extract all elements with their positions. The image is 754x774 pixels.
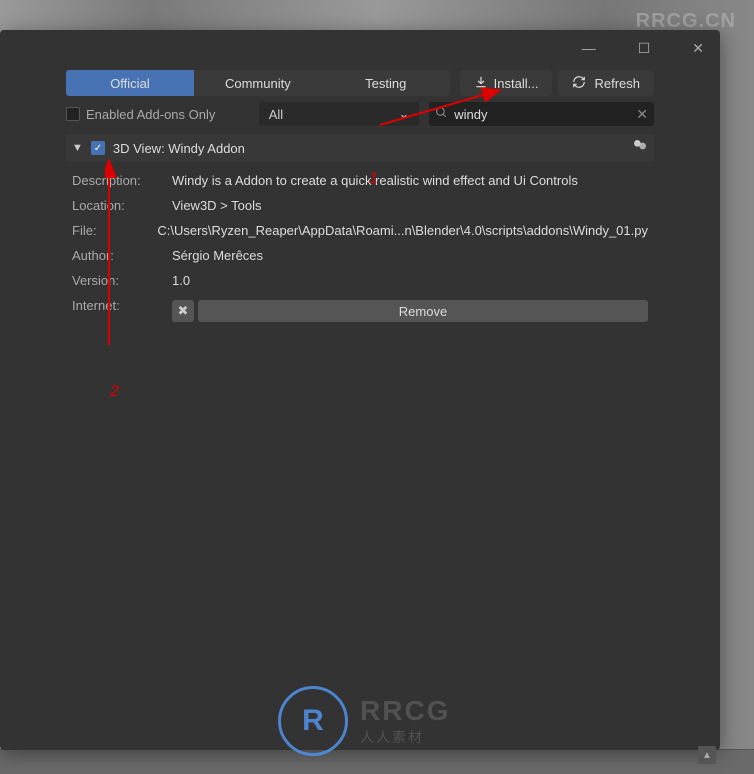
label-location: Location: bbox=[72, 198, 172, 213]
search-input[interactable] bbox=[448, 107, 636, 122]
close-button[interactable]: ✕ bbox=[688, 36, 708, 61]
value-location: View3D > Tools bbox=[172, 198, 648, 213]
category-dropdown[interactable]: All ⌄ bbox=[259, 102, 420, 126]
refresh-button[interactable]: Refresh bbox=[558, 70, 654, 96]
annotation-1: 1 bbox=[369, 170, 378, 188]
value-file: C:\Users\Ryzen_Reaper\AppData\Roami...n\… bbox=[157, 223, 648, 238]
checkbox-icon bbox=[66, 107, 80, 121]
value-author: Sérgio Merêces bbox=[172, 248, 648, 263]
label-author: Author: bbox=[72, 248, 172, 263]
collapse-arrow-icon[interactable]: ▼ bbox=[72, 142, 83, 154]
download-icon bbox=[474, 75, 488, 92]
value-description: Windy is a Addon to create a quick reali… bbox=[172, 173, 648, 188]
refresh-icon bbox=[572, 75, 586, 92]
enabled-only-toggle[interactable]: Enabled Add-ons Only bbox=[66, 107, 249, 122]
search-icon bbox=[435, 106, 448, 122]
addon-entry: ▼ ✓ 3D View: Windy Addon Description: Wi… bbox=[66, 134, 654, 333]
label-description: Description: bbox=[72, 173, 172, 188]
preferences-window: — ☐ ✕ Official Community Testing Install… bbox=[0, 30, 720, 750]
addon-source-tabs: Official Community Testing Install... Re… bbox=[0, 66, 720, 96]
internet-deny-icon[interactable]: ✖ bbox=[172, 300, 194, 322]
annotation-2: 2 bbox=[110, 383, 119, 401]
addon-enable-checkbox[interactable]: ✓ bbox=[91, 141, 105, 155]
tab-community[interactable]: Community bbox=[194, 70, 322, 96]
titlebar: — ☐ ✕ bbox=[0, 30, 720, 66]
label-file: File: bbox=[72, 223, 157, 238]
maximize-button[interactable]: ☐ bbox=[634, 36, 655, 61]
tab-official[interactable]: Official bbox=[66, 70, 194, 96]
docs-icon[interactable] bbox=[632, 138, 648, 158]
addon-title: 3D View: Windy Addon bbox=[113, 141, 624, 156]
label-version: Version: bbox=[72, 273, 172, 288]
minimize-button[interactable]: — bbox=[578, 36, 600, 60]
tab-testing[interactable]: Testing bbox=[322, 70, 450, 96]
install-button[interactable]: Install... bbox=[460, 70, 553, 96]
watermark-bottom: R RRCG 人人素材 bbox=[278, 686, 450, 756]
label-internet: Internet: bbox=[72, 298, 172, 322]
addon-search[interactable]: ✕ bbox=[429, 102, 654, 126]
value-version: 1.0 bbox=[172, 273, 648, 288]
scroll-up-button[interactable]: ▲ bbox=[698, 746, 716, 764]
remove-button[interactable]: Remove bbox=[198, 300, 648, 322]
clear-search-icon[interactable]: ✕ bbox=[636, 106, 648, 123]
chevron-down-icon: ⌄ bbox=[398, 106, 409, 122]
